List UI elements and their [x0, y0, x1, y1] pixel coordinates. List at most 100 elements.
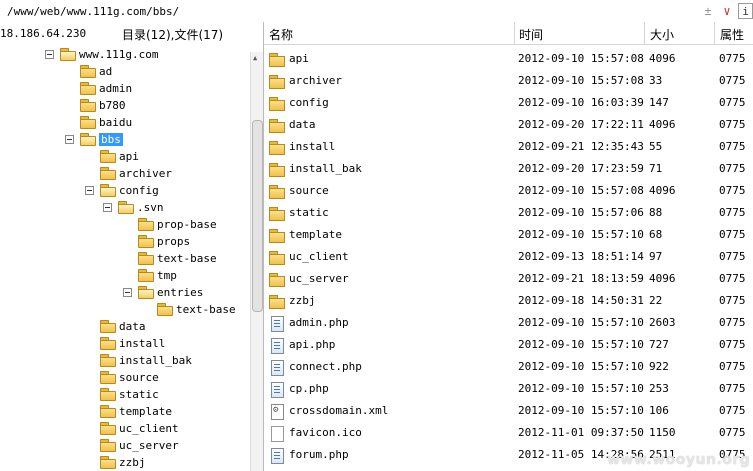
cell-size: 922: [649, 360, 669, 373]
folder-icon: [100, 354, 116, 367]
tree-node-label: install: [119, 336, 166, 350]
tree-node[interactable]: baidu: [80, 114, 132, 130]
folder-icon: [100, 388, 116, 401]
table-row[interactable]: archiver 2012-09-10 15:57:08 33 0775: [264, 69, 753, 91]
folder-icon: [269, 52, 285, 68]
folder-icon: [100, 337, 116, 350]
folder-icon: [80, 116, 96, 129]
tree-node[interactable]: tmp: [138, 267, 177, 283]
tree-scrollbar[interactable]: ▲: [250, 52, 263, 471]
folder-icon: [269, 294, 285, 310]
table-row[interactable]: install_bak 2012-09-20 17:23:59 71 0775: [264, 157, 753, 179]
tree-node[interactable]: bbs: [80, 131, 123, 147]
cell-attr: 0775: [719, 360, 746, 373]
tree-node[interactable]: source: [100, 369, 159, 385]
table-row[interactable]: uc_client 2012-09-13 18:51:14 97 0775: [264, 245, 753, 267]
tree-node-label: config: [119, 183, 159, 197]
tree-node[interactable]: text-base: [157, 301, 236, 317]
tree-node[interactable]: b780: [80, 97, 126, 113]
tree-node[interactable]: uc_server: [100, 437, 179, 453]
tree-expander-icon[interactable]: [65, 135, 74, 144]
tree-expander-icon[interactable]: [85, 186, 94, 195]
cell-name: connect.php: [289, 360, 362, 373]
tree-node[interactable]: config: [100, 182, 159, 198]
tree-node-label: data: [119, 319, 146, 333]
table-row[interactable]: install 2012-09-21 12:35:43 55 0775: [264, 135, 753, 157]
table-row[interactable]: data 2012-09-20 17:22:11 4096 0775: [264, 113, 753, 135]
tree-node[interactable]: static: [100, 386, 159, 402]
cell-time: 2012-09-21 12:35:43: [518, 140, 644, 153]
folder-icon: [100, 439, 116, 452]
table-row[interactable]: connect.php 2012-09-10 15:57:10 922 0775: [264, 355, 753, 377]
info-button[interactable]: i: [738, 3, 753, 19]
file-list-pane: 名称 时间 大小 属性 api 2012-09-10 15:57:08 4096 07…: [264, 22, 753, 471]
folder-icon: [157, 303, 173, 316]
chevron-down-icon[interactable]: ∨: [719, 3, 735, 19]
watermark: www.wooyun.org: [607, 452, 751, 468]
cell-attr: 0775: [719, 404, 746, 417]
column-attr[interactable]: 属性: [720, 26, 744, 43]
cell-attr: 0775: [719, 184, 746, 197]
tree-node[interactable]: entries: [138, 284, 203, 300]
folder-icon: [100, 184, 116, 197]
column-name[interactable]: 名称: [269, 26, 293, 43]
folder-icon: [269, 272, 285, 288]
cell-size: 2603: [649, 316, 676, 329]
scrollbar-thumb[interactable]: [252, 120, 263, 312]
folder-icon: [269, 96, 285, 112]
tree-node[interactable]: archiver: [100, 165, 172, 181]
tree-node[interactable]: zzbj: [100, 454, 146, 470]
table-row[interactable]: zzbj 2012-09-18 14:50:31 22 0775: [264, 289, 753, 311]
folder-icon: [100, 422, 116, 435]
cell-name: zzbj: [289, 294, 316, 307]
table-row[interactable]: api 2012-09-10 15:57:08 4096 0775: [264, 47, 753, 69]
tree-node[interactable]: template: [100, 403, 172, 419]
tree-node[interactable]: api: [100, 148, 139, 164]
tree-node[interactable]: data: [100, 318, 146, 334]
cell-time: 2012-09-20 17:23:59: [518, 162, 644, 175]
folder-icon: [138, 286, 154, 299]
column-size[interactable]: 大小: [650, 26, 674, 43]
folder-tree-pane: 18.186.64.230 目录(12),文件(17) www.111g.com…: [0, 22, 264, 471]
folder-icon: [269, 206, 285, 222]
tree-node[interactable]: uc_client: [100, 420, 179, 436]
tree-expander-icon[interactable]: [45, 50, 54, 59]
tree-expander-icon[interactable]: [123, 288, 132, 297]
folder-icon: [80, 99, 96, 112]
xml-file-icon: [271, 404, 284, 420]
tree-node-label: static: [119, 387, 159, 401]
table-row[interactable]: source 2012-09-10 15:57:08 4096 0775: [264, 179, 753, 201]
table-row[interactable]: config 2012-09-10 16:03:39 147 0775: [264, 91, 753, 113]
table-row[interactable]: uc_server 2012-09-21 18:13:59 4096 0775: [264, 267, 753, 289]
tree-node[interactable]: props: [138, 233, 190, 249]
scroll-up-icon[interactable]: ▲: [253, 54, 257, 62]
cell-size: 68: [649, 228, 663, 241]
table-row[interactable]: crossdomain.xml 2012-09-10 15:57:10 106 077…: [264, 399, 753, 421]
tree-node[interactable]: prop-base: [138, 216, 217, 232]
folder-icon: [80, 65, 96, 78]
table-row[interactable]: template 2012-09-10 15:57:10 68 0775: [264, 223, 753, 245]
table-row[interactable]: static 2012-09-10 15:57:06 88 0775: [264, 201, 753, 223]
tree-node-label: install_bak: [119, 353, 192, 367]
table-row[interactable]: admin.php 2012-09-10 15:57:10 2603 0775: [264, 311, 753, 333]
cell-size: 97: [649, 250, 663, 263]
tree-node[interactable]: text-base: [138, 250, 217, 266]
tree-node[interactable]: .svn: [118, 199, 164, 215]
column-time[interactable]: 时间: [519, 26, 543, 43]
tree-expander-icon[interactable]: [103, 203, 112, 212]
table-row[interactable]: api.php 2012-09-10 15:57:10 727 0775: [264, 333, 753, 355]
address-path[interactable]: /www/web/www.111g.com/bbs/: [7, 5, 179, 18]
table-row[interactable]: favicon.ico 2012-11-01 09:37:50 1150 0775: [264, 421, 753, 443]
tree-node[interactable]: admin: [80, 80, 132, 96]
tree-node[interactable]: install_bak: [100, 352, 192, 368]
cell-name: archiver: [289, 74, 342, 87]
tree-node[interactable]: ad: [80, 63, 112, 79]
cell-name: crossdomain.xml: [289, 404, 389, 417]
folder-icon: [138, 218, 154, 231]
table-row[interactable]: cp.php 2012-09-10 15:57:10 253 0775: [264, 377, 753, 399]
tree-node[interactable]: install: [100, 335, 165, 351]
tree-node[interactable]: www.111g.com: [60, 46, 158, 62]
cell-time: 2012-09-10 15:57:08: [518, 52, 644, 65]
plus-minus-icon[interactable]: ±: [700, 3, 716, 19]
tree-node-label: prop-base: [157, 217, 217, 231]
